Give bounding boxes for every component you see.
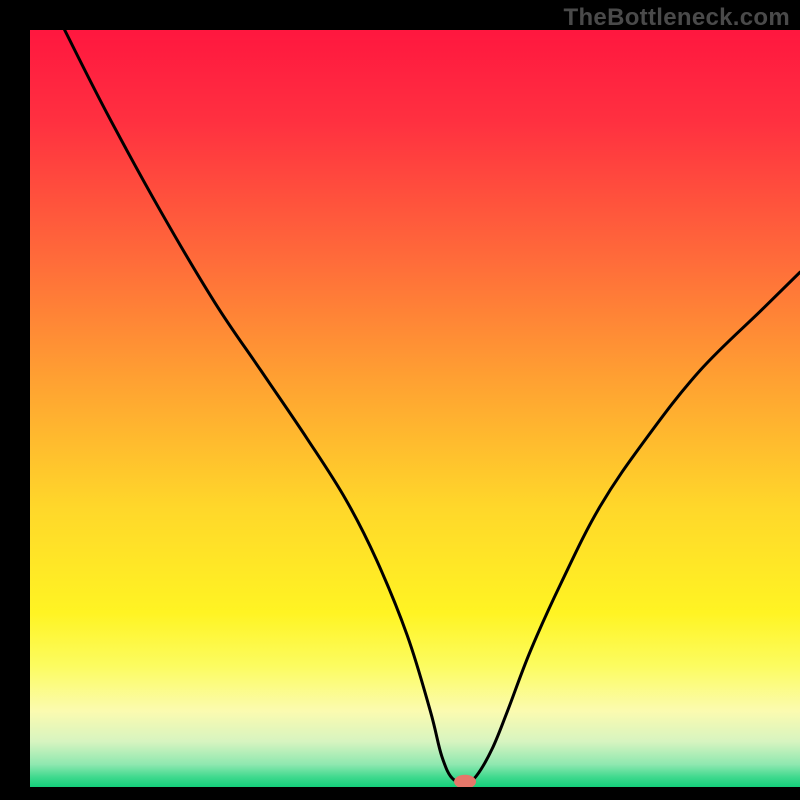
optimal-marker (454, 775, 476, 789)
watermark-text: TheBottleneck.com (564, 4, 790, 32)
bottleneck-chart (0, 0, 800, 800)
chart-stage: TheBottleneck.com (0, 0, 800, 800)
plot-background (30, 30, 800, 787)
